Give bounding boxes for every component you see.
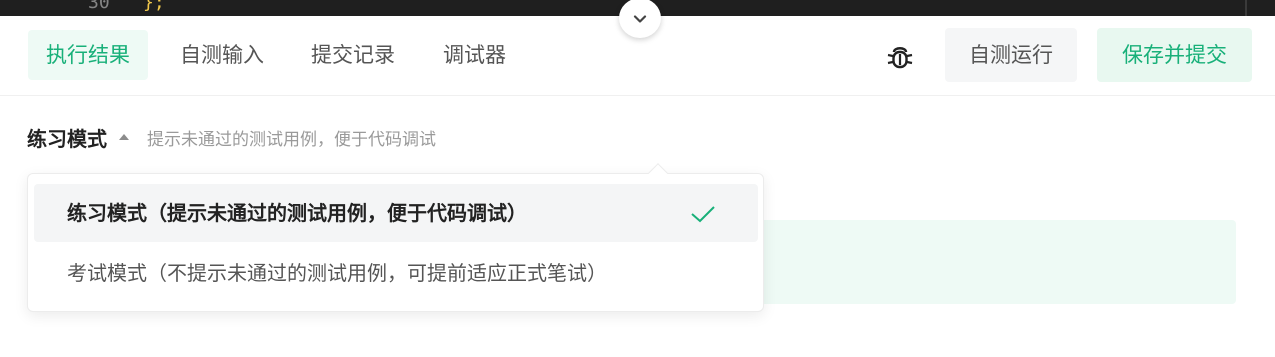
option-label: 练习模式（提示未通过的测试用例，便于代码调试） — [67, 201, 527, 225]
mode-label[interactable]: 练习模式 — [27, 123, 107, 152]
line-number: 30 — [88, 0, 110, 13]
code-line: }; — [143, 0, 165, 13]
tab-custom-input[interactable]: 自测输入 — [162, 30, 282, 80]
caret-up-icon[interactable] — [119, 133, 129, 141]
mode-selector[interactable]: 练习模式 提示未通过的测试用例，便于代码调试 — [27, 120, 436, 154]
tab-debugger[interactable]: 调试器 — [425, 30, 524, 80]
mode-dropdown: 练习模式（提示未通过的测试用例，便于代码调试） 考试模式（不提示未通过的测试用例… — [27, 163, 764, 312]
self-test-run-button[interactable]: 自测运行 — [945, 28, 1077, 82]
chevron-down-icon — [633, 15, 647, 23]
check-icon — [691, 206, 715, 223]
mode-hint: 提示未通过的测试用例，便于代码调试 — [147, 129, 436, 150]
option-label: 考试模式（不提示未通过的测试用例，可提前适应正式笔试） — [67, 261, 607, 285]
tab-submission-history[interactable]: 提交记录 — [293, 30, 413, 80]
dropdown-option-exam-mode[interactable]: 考试模式（不提示未通过的测试用例，可提前适应正式笔试） — [34, 244, 758, 302]
editor-scrollbar[interactable] — [1245, 0, 1247, 16]
dropdown-arrow — [648, 163, 668, 183]
bug-icon[interactable] — [880, 44, 920, 69]
tab-execution-result[interactable]: 执行结果 — [28, 30, 148, 80]
dropdown-option-practice-mode[interactable]: 练习模式（提示未通过的测试用例，便于代码调试） — [34, 184, 758, 242]
save-and-submit-button[interactable]: 保存并提交 — [1097, 28, 1252, 82]
